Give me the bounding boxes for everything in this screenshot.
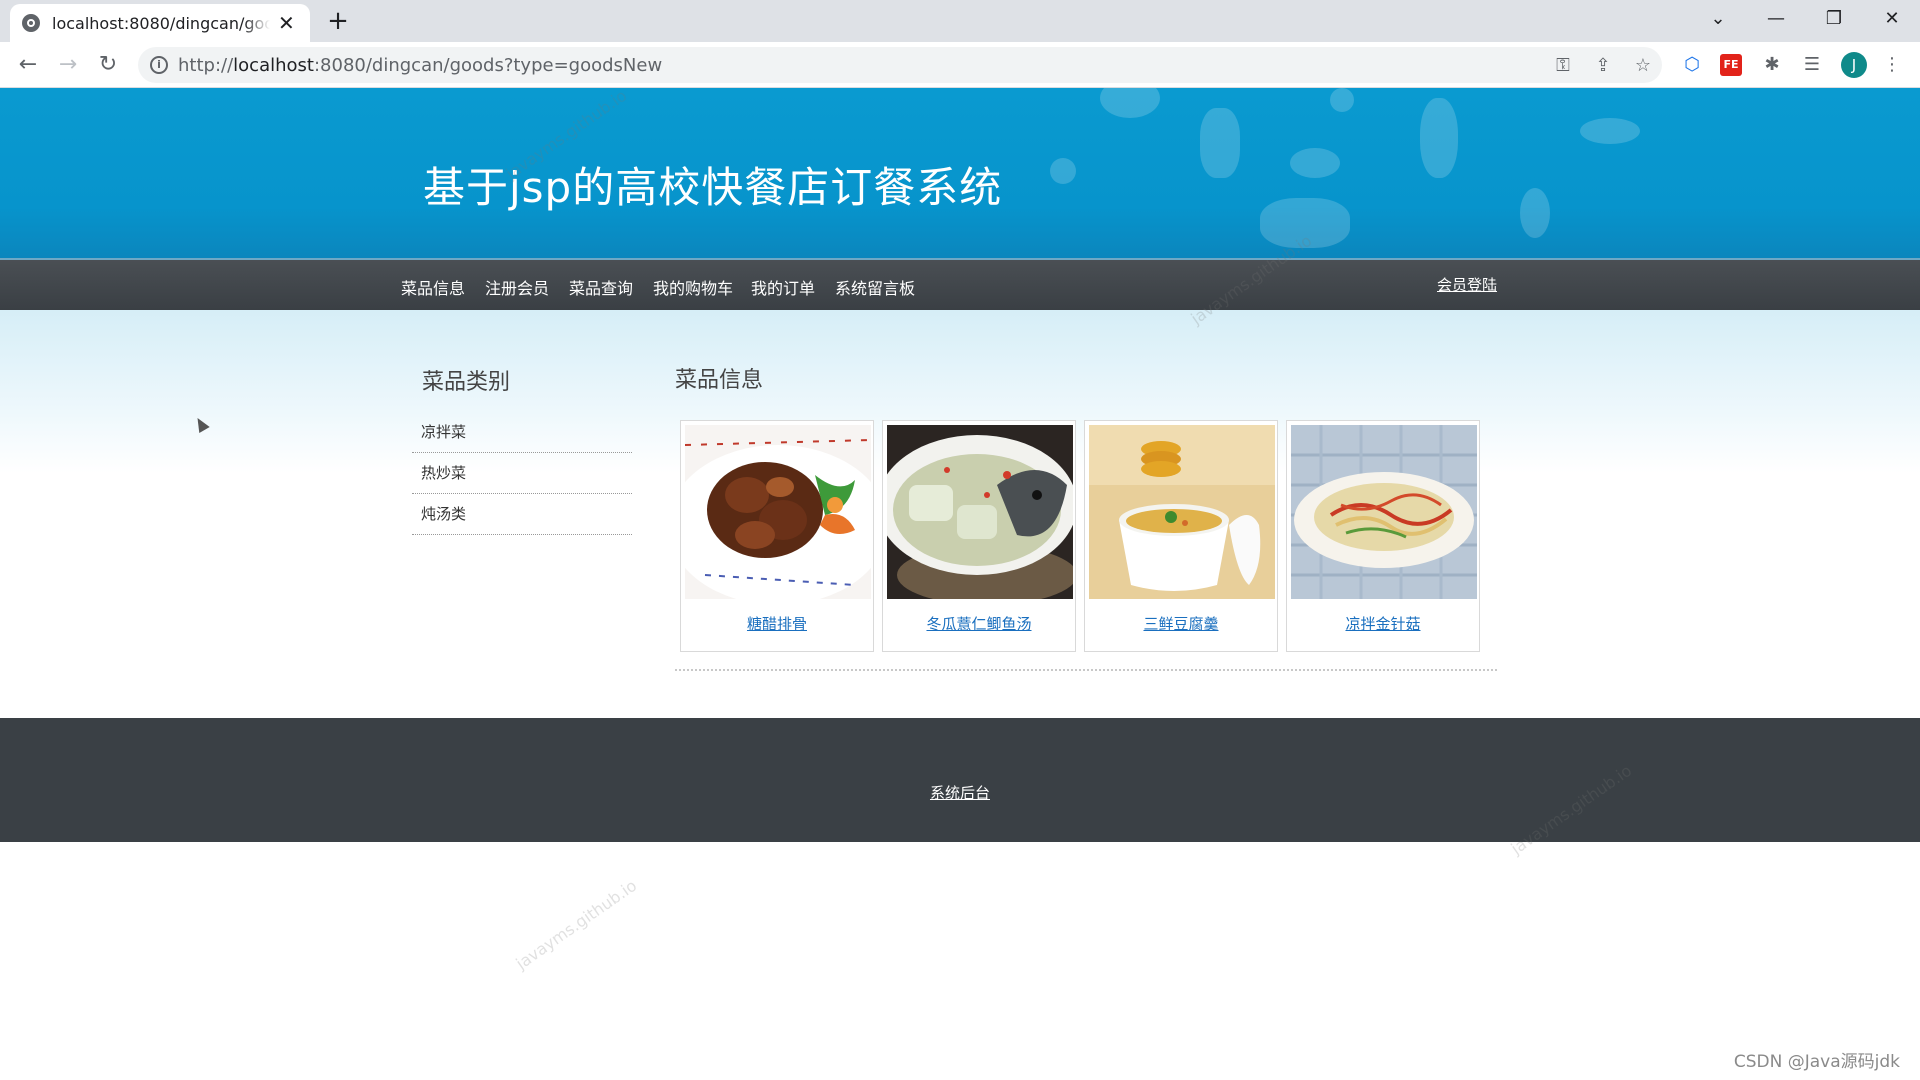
dish-card: 糖醋排骨: [680, 420, 874, 652]
admin-backend-link[interactable]: 系统后台: [0, 782, 1920, 803]
menu-dots-icon[interactable]: ⋮: [1880, 53, 1904, 77]
bookmark-star-icon[interactable]: ☆: [1632, 55, 1654, 77]
dish-link[interactable]: 糖醋排骨: [681, 613, 873, 634]
tab-title: localhost:8080/dingcan/goods?type=goodsN…: [52, 13, 270, 33]
site-info-icon[interactable]: i: [150, 56, 168, 74]
category-item[interactable]: 热炒菜: [412, 453, 632, 494]
dish-card: 三鲜豆腐羹: [1084, 420, 1278, 652]
nav-dishes-info[interactable]: 菜品信息: [401, 275, 465, 299]
dish-card: 冬瓜薏仁鲫鱼汤: [882, 420, 1076, 652]
extension-hex-icon[interactable]: ⬡: [1680, 53, 1704, 77]
category-item[interactable]: 凉拌菜: [412, 412, 632, 453]
dish-link[interactable]: 冬瓜薏仁鲫鱼汤: [883, 613, 1075, 634]
reading-list-icon[interactable]: ☰: [1800, 53, 1824, 77]
fe-extension-icon[interactable]: FE: [1720, 54, 1742, 76]
main-nav: 菜品信息 注册会员 菜品查询 我的购物车 我的订单 系统留言板 会员登陆: [0, 258, 1920, 310]
reload-icon[interactable]: ↻: [92, 49, 124, 81]
dish-image[interactable]: [887, 425, 1073, 599]
tab-close-icon[interactable]: ✕: [278, 13, 295, 33]
key-icon[interactable]: ⚿: [1552, 55, 1574, 77]
browser-tab[interactable]: localhost:8080/dingcan/goods?type=goodsN…: [10, 4, 310, 42]
forward-arrow-icon[interactable]: →: [52, 49, 84, 81]
nav-register[interactable]: 注册会员: [485, 275, 549, 299]
member-login-link[interactable]: 会员登陆: [1437, 274, 1497, 295]
dishes-heading: 菜品信息: [675, 368, 764, 393]
new-tab-button[interactable]: +: [324, 6, 352, 36]
nav-message-board[interactable]: 系统留言板: [835, 275, 915, 299]
globe-icon: [22, 14, 40, 32]
category-heading: 菜品类别: [422, 370, 511, 395]
share-icon[interactable]: ⇪: [1592, 55, 1614, 77]
dish-image[interactable]: [1089, 425, 1275, 599]
dish-image[interactable]: [685, 425, 871, 599]
back-arrow-icon[interactable]: ←: [12, 49, 44, 81]
url-text[interactable]: http://localhost:8080/dingcan/goods?type…: [178, 55, 662, 76]
csdn-credit: CSDN @Java源码jdk: [1733, 1052, 1900, 1072]
site-banner: 基于jsp的高校快餐店订餐系统: [0, 88, 1920, 258]
restore-button[interactable]: ❐: [1812, 4, 1856, 34]
dish-link[interactable]: 三鲜豆腐羹: [1085, 613, 1277, 634]
site-footer: 系统后台: [0, 718, 1920, 842]
dish-card: 凉拌金针菇: [1286, 420, 1480, 652]
close-window-button[interactable]: ✕: [1870, 4, 1914, 34]
browser-toolbar: ← → ↻ i http://localhost:8080/dingcan/go…: [0, 42, 1920, 88]
nav-dish-search[interactable]: 菜品查询: [569, 275, 633, 299]
dish-link[interactable]: 凉拌金针菇: [1287, 613, 1479, 634]
category-item[interactable]: 炖汤类: [412, 494, 632, 535]
content-divider: [675, 669, 1497, 671]
watermark-text: javayms.github.io: [512, 875, 641, 974]
tab-search-icon[interactable]: ⌄: [1696, 4, 1740, 34]
browser-tab-strip: localhost:8080/dingcan/goods?type=goodsN…: [0, 0, 1920, 42]
nav-cart[interactable]: 我的购物车: [653, 275, 733, 299]
profile-avatar[interactable]: J: [1841, 52, 1867, 78]
nav-orders[interactable]: 我的订单: [751, 275, 815, 299]
minimize-button[interactable]: —: [1754, 4, 1798, 34]
extensions-puzzle-icon[interactable]: ✱: [1760, 53, 1784, 77]
address-bar[interactable]: i http://localhost:8080/dingcan/goods?ty…: [138, 47, 1662, 83]
dish-image[interactable]: [1291, 425, 1477, 599]
